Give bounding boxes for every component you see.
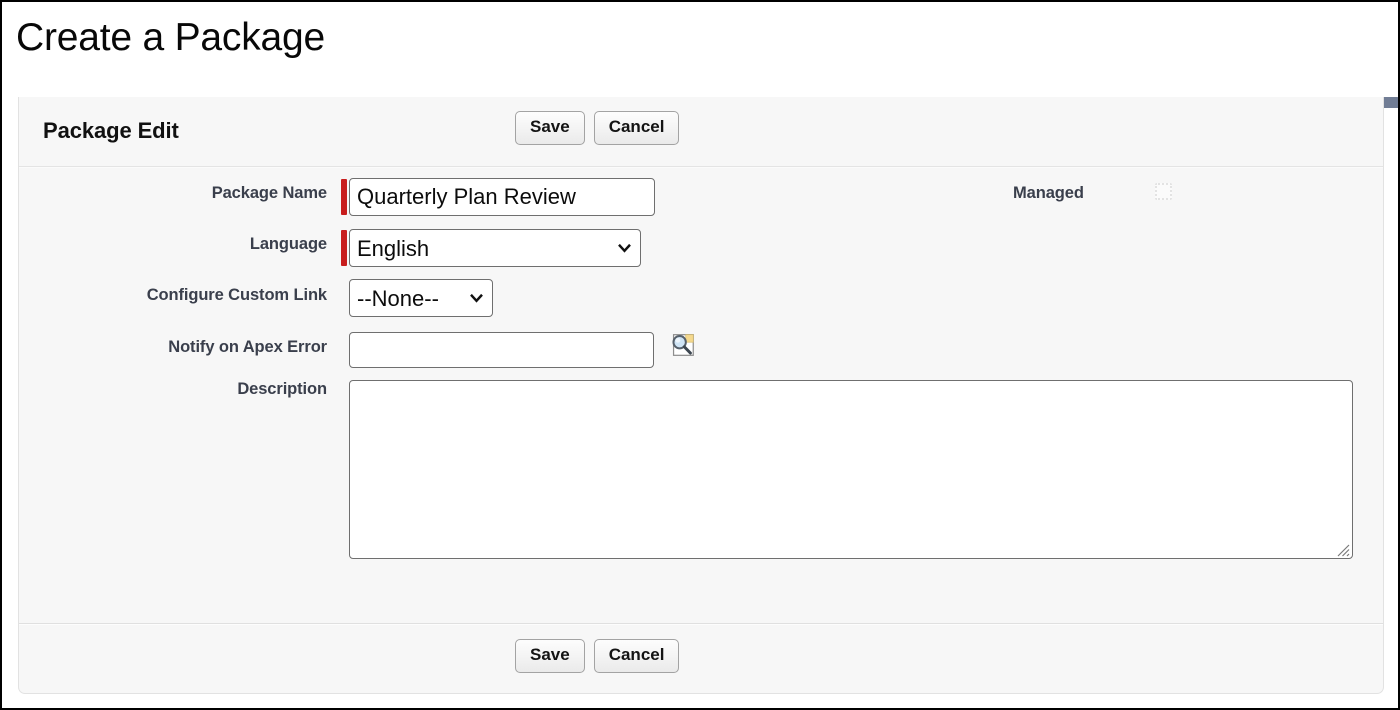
panel-footer-actions: Save Cancel — [515, 639, 680, 673]
label-language: Language — [249, 235, 327, 253]
configure-custom-link-select[interactable]: --None-- — [349, 279, 493, 317]
page-title: Create a Package — [16, 16, 325, 59]
panel-header-actions: Save Cancel — [515, 111, 680, 145]
required-marker-package-name — [341, 179, 347, 215]
panel-header-title: Package Edit — [43, 118, 179, 143]
label-managed: Managed — [1013, 184, 1084, 202]
cancel-button-bottom[interactable]: Cancel — [593, 639, 680, 673]
app-window: Create a Package Package Edit Save Cance… — [0, 0, 1400, 710]
description-textarea[interactable] — [349, 380, 1353, 559]
language-select-wrap: English — [349, 229, 641, 267]
save-button-bottom[interactable]: Save — [515, 639, 585, 673]
form-body: Package Name Managed Language English Co… — [19, 167, 1383, 624]
cancel-button-top[interactable]: Cancel — [593, 111, 680, 145]
panel-footer: Save Cancel — [19, 624, 1383, 694]
managed-checkbox — [1155, 183, 1172, 200]
lookup-search-icon[interactable] — [667, 330, 697, 360]
notify-on-apex-error-input[interactable] — [349, 332, 654, 368]
package-name-input[interactable] — [349, 178, 655, 216]
required-marker-language — [341, 230, 347, 266]
label-description: Description — [237, 380, 327, 398]
language-select[interactable]: English — [349, 229, 641, 267]
label-configure-custom-link: Configure Custom Link — [146, 286, 327, 304]
configure-custom-link-select-wrap: --None-- — [349, 279, 493, 317]
panel-header: Package Edit Save Cancel — [19, 97, 1383, 167]
label-notify-on-apex-error: Notify on Apex Error — [168, 338, 327, 356]
package-edit-panel: Package Edit Save Cancel Package Name Ma… — [18, 97, 1384, 694]
save-button-top[interactable]: Save — [515, 111, 585, 145]
label-package-name: Package Name — [211, 184, 327, 202]
